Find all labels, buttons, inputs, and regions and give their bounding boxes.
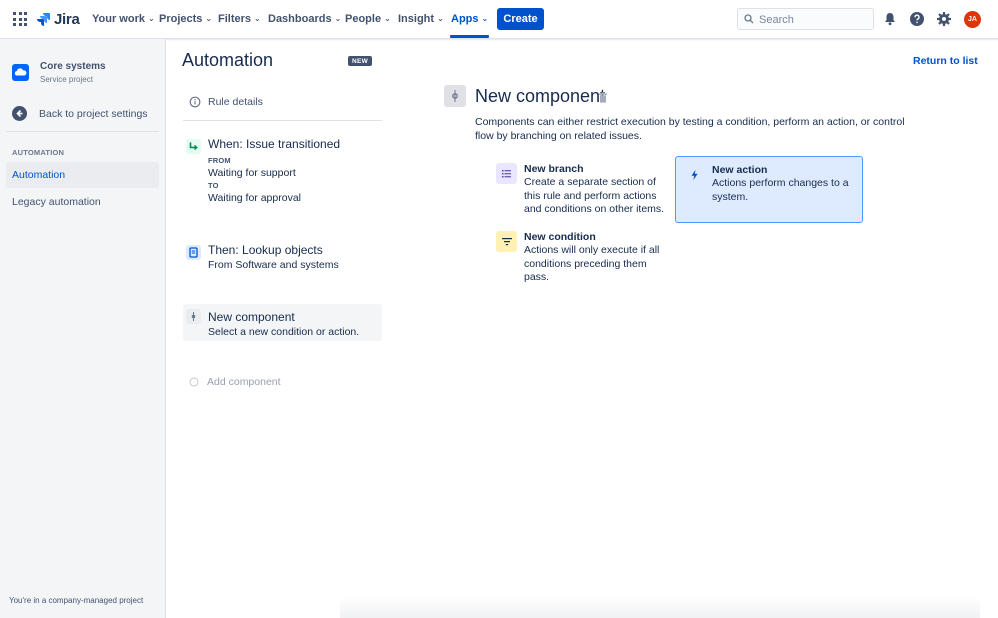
chevron-down-icon: ⌄: [481, 14, 489, 23]
jira-logo-text: Jira: [54, 10, 80, 28]
new-branch-title: New branch: [524, 163, 584, 175]
lookup-objects-icon: [186, 245, 201, 260]
new-condition-title: New condition: [524, 231, 596, 243]
plus-circle-icon: [189, 377, 199, 387]
project-type: Service project: [40, 75, 93, 84]
new-condition-description: Actions will only execute if all conditi…: [524, 244, 660, 283]
panel-description: Components can either restrict execution…: [475, 116, 905, 142]
nav-label: Filters: [218, 13, 252, 25]
new-action-option[interactable]: New action Actions perform changes to a …: [675, 156, 863, 223]
project-sidebar: Core systems Service project Back to pro…: [0, 39, 166, 618]
component-icon: [186, 309, 201, 324]
new-branch-description: Create a separate section of this rule a…: [524, 176, 665, 215]
create-button[interactable]: Create: [497, 8, 544, 30]
search-input[interactable]: Search: [737, 8, 874, 30]
new-condition-option[interactable]: New condition Actions will only execute …: [496, 231, 666, 286]
search-icon: [744, 14, 754, 24]
notifications-bell-icon[interactable]: [881, 10, 899, 28]
to-label: TO: [208, 181, 219, 190]
new-component-item[interactable]: New component Select a new condition or …: [183, 304, 382, 341]
bottom-panel-shadow: [340, 596, 980, 618]
back-to-project-settings-link[interactable]: Back to project settings: [12, 106, 148, 121]
sidebar-item-automation[interactable]: Automation: [6, 162, 159, 188]
new-badge: NEW: [348, 56, 373, 66]
sidebar-item-label: Automation: [12, 169, 66, 181]
lookup-objects-component[interactable]: Then: Lookup objects From Software and s…: [183, 243, 382, 275]
nav-insight[interactable]: Insight ⌄: [398, 13, 444, 25]
new-action-description: Actions perform changes to a system.: [712, 177, 849, 203]
sidebar-divider: [6, 131, 159, 132]
new-action-title: New action: [712, 164, 768, 176]
project-cloud-icon: [12, 64, 29, 81]
nav-label: People: [345, 13, 382, 25]
to-value: Waiting for approval: [208, 192, 301, 204]
nav-label: Insight: [398, 13, 435, 25]
search-placeholder: Search: [759, 14, 794, 26]
nav-filters[interactable]: Filters ⌄: [218, 13, 261, 25]
lookup-title: Then: Lookup objects: [208, 243, 323, 257]
new-branch-option[interactable]: New branch Create a separate section of …: [496, 163, 666, 218]
rule-details-item[interactable]: Rule details: [189, 96, 263, 108]
chevron-down-icon: ⌄: [254, 14, 261, 23]
nav-apps[interactable]: Apps ⌄: [449, 13, 490, 38]
branch-list-icon: [496, 163, 517, 184]
nav-label: Dashboards: [268, 13, 332, 25]
help-icon[interactable]: [908, 10, 926, 28]
lightning-bolt-icon: [684, 164, 705, 185]
info-icon: [189, 96, 201, 108]
nav-label: Apps: [451, 13, 479, 25]
from-label: FROM: [208, 156, 231, 165]
rule-details-label: Rule details: [208, 96, 263, 108]
jira-logo-icon: [37, 13, 50, 26]
user-avatar[interactable]: JA: [964, 11, 981, 28]
nav-your-work[interactable]: Your work ⌄: [92, 13, 155, 25]
add-component-button[interactable]: Add component: [189, 376, 281, 388]
page-title: Automation: [182, 50, 274, 70]
nav-projects[interactable]: Projects ⌄: [159, 13, 212, 25]
nav-label: Your work: [92, 13, 145, 25]
new-component-detail: Select a new condition or action.: [208, 326, 360, 338]
sidebar-section-heading: AUTOMATION: [12, 148, 65, 157]
nav-people[interactable]: People ⌄: [345, 13, 391, 25]
chevron-down-icon: ⌄: [384, 14, 391, 23]
back-link-label: Back to project settings: [39, 107, 148, 120]
trigger-title: When: Issue transitioned: [208, 137, 341, 151]
top-navigation: Jira Your work ⌄ Projects ⌄ Filters ⌄ Dashb…: [0, 0, 998, 39]
new-component-title: New component: [208, 310, 295, 324]
project-name[interactable]: Core systems: [40, 61, 106, 72]
chevron-down-icon: ⌄: [334, 14, 342, 23]
app-switcher-icon[interactable]: [13, 12, 27, 26]
lookup-detail: From Software and systems: [208, 259, 339, 271]
chevron-down-icon: ⌄: [205, 14, 213, 23]
jira-logo[interactable]: Jira: [36, 10, 80, 28]
filter-icon: [496, 231, 517, 252]
sidebar-item-label: Legacy automation: [12, 196, 101, 208]
return-to-list-link[interactable]: Return to list: [913, 55, 978, 67]
trigger-component[interactable]: When: Issue transitioned FROM Waiting fo…: [183, 137, 382, 209]
new-action-content: New action Actions perform changes to a …: [684, 164, 854, 214]
arrow-left-icon: [12, 106, 27, 121]
rule-details-divider: [183, 120, 382, 121]
chevron-down-icon: ⌄: [437, 14, 444, 23]
trigger-icon: [186, 139, 201, 154]
chevron-down-icon: ⌄: [147, 14, 155, 23]
nav-label: Projects: [159, 13, 203, 25]
settings-gear-icon[interactable]: [935, 10, 953, 28]
trash-icon[interactable]: [598, 92, 608, 103]
nav-dashboards[interactable]: Dashboards ⌄: [268, 13, 341, 25]
company-managed-note: You're in a company-managed project: [9, 596, 144, 605]
add-component-label: Add component: [207, 376, 281, 388]
from-value: Waiting for support: [208, 167, 296, 179]
new-component-header-icon: [444, 85, 466, 107]
sidebar-item-legacy-automation[interactable]: Legacy automation: [6, 189, 159, 215]
panel-title: New component: [475, 86, 606, 106]
